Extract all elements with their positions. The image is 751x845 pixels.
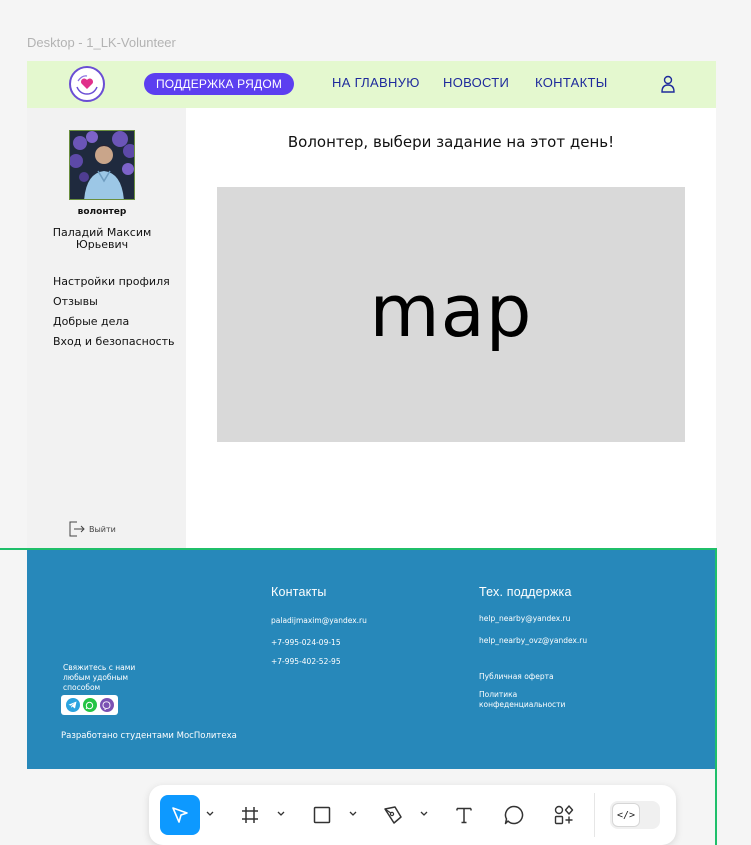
dev-mode-toggle[interactable]: </> (610, 801, 660, 829)
support-heading: Тех. поддержка (479, 585, 572, 599)
public-offer-link[interactable]: Публичная оферта (479, 672, 554, 682)
contact-phone-1[interactable]: +7-995-024-09-15 (271, 638, 341, 648)
user-full-name: Паладий Максим Юрьевич (52, 226, 152, 251)
support-email-1[interactable]: help_nearby@yandex.ru (479, 614, 570, 624)
map-placeholder[interactable]: map (217, 187, 685, 442)
nav-home-link[interactable]: НА ГЛАВНУЮ (332, 75, 420, 90)
nav-news-link[interactable]: НОВОСТИ (443, 75, 509, 90)
menu-item-reviews[interactable]: Отзывы (53, 292, 175, 312)
cursor-icon (172, 807, 188, 823)
map-placeholder-label: map (369, 268, 533, 353)
code-icon: </> (612, 803, 640, 827)
messenger-links (61, 695, 118, 715)
developed-by: Разработано студентами МосПолитеха (61, 731, 237, 741)
comment-tool[interactable] (501, 795, 527, 835)
comment-icon (504, 805, 524, 825)
avatar-photo (70, 131, 134, 199)
contact-prompt: Свяжитесь с нами любым удобным способом (63, 663, 136, 692)
rectangle-tool[interactable] (309, 795, 335, 835)
text-tool[interactable] (451, 795, 477, 835)
menu-item-good-deeds[interactable]: Добрые дела (53, 312, 175, 332)
user-icon[interactable] (660, 75, 676, 93)
pen-icon (384, 806, 402, 824)
design-toolbar: </> (149, 785, 676, 845)
chevron-down-icon[interactable] (276, 808, 286, 818)
chevron-down-icon[interactable] (205, 808, 215, 818)
site-footer: Свяжитесь с нами любым удобным способом … (27, 549, 716, 769)
chevron-down-icon[interactable] (419, 808, 429, 818)
brand-button[interactable]: ПОДДЕРЖКА РЯДОМ (144, 73, 294, 95)
page-frame[interactable]: ПОДДЕРЖКА РЯДОМ НА ГЛАВНУЮ НОВОСТИ КОНТА… (27, 61, 716, 769)
canvas: Desktop - 1_LK-Volunteer ПОДДЕРЖКА РЯДОМ… (0, 0, 751, 845)
pen-tool[interactable] (380, 795, 406, 835)
move-tool[interactable] (160, 795, 200, 835)
contacts-heading: Контакты (271, 585, 327, 599)
logo[interactable] (69, 66, 105, 102)
logout-icon (69, 521, 85, 537)
text-icon (456, 807, 472, 824)
selection-outline-top (0, 548, 717, 550)
viber-icon[interactable] (99, 698, 114, 712)
user-role: волонтер (77, 207, 127, 217)
frame-label[interactable]: Desktop - 1_LK-Volunteer (27, 35, 176, 50)
rectangle-icon (313, 806, 331, 824)
avatar (69, 130, 135, 200)
frame-tool[interactable] (237, 795, 263, 835)
profile-sidebar: волонтер Паладий Максим Юрьевич Настройк… (27, 108, 186, 549)
logo-icon (76, 75, 98, 95)
whatsapp-icon[interactable] (82, 698, 97, 712)
contact-email-link[interactable]: paladijmaxim@yandex.ru (271, 616, 367, 626)
actions-tool[interactable] (551, 795, 577, 835)
frame-icon (242, 807, 258, 823)
menu-item-login-security[interactable]: Вход и безопасность (53, 332, 175, 352)
logout-label: Выйти (89, 524, 116, 534)
support-email-2[interactable]: help_nearby_ovz@yandex.ru (479, 636, 587, 646)
chevron-down-icon[interactable] (348, 808, 358, 818)
site-header: ПОДДЕРЖКА РЯДОМ НА ГЛАВНУЮ НОВОСТИ КОНТА… (27, 61, 716, 108)
menu-item-profile-settings[interactable]: Настройки профиля (53, 272, 175, 292)
telegram-icon[interactable] (65, 698, 80, 712)
profile-menu: Настройки профиля Отзывы Добрые дела Вхо… (53, 272, 175, 352)
toolbar-divider (594, 793, 595, 837)
selection-outline-right (715, 548, 717, 845)
page-title: Волонтер, выбери задание на этот день! (287, 133, 615, 151)
logout-button[interactable]: Выйти (68, 521, 116, 537)
nav-contacts-link[interactable]: КОНТАКТЫ (535, 75, 608, 90)
privacy-policy-link[interactable]: Политика конфеденциальности (479, 690, 599, 710)
actions-icon (554, 805, 574, 825)
contact-phone-2[interactable]: +7-995-402-52-95 (271, 657, 341, 667)
